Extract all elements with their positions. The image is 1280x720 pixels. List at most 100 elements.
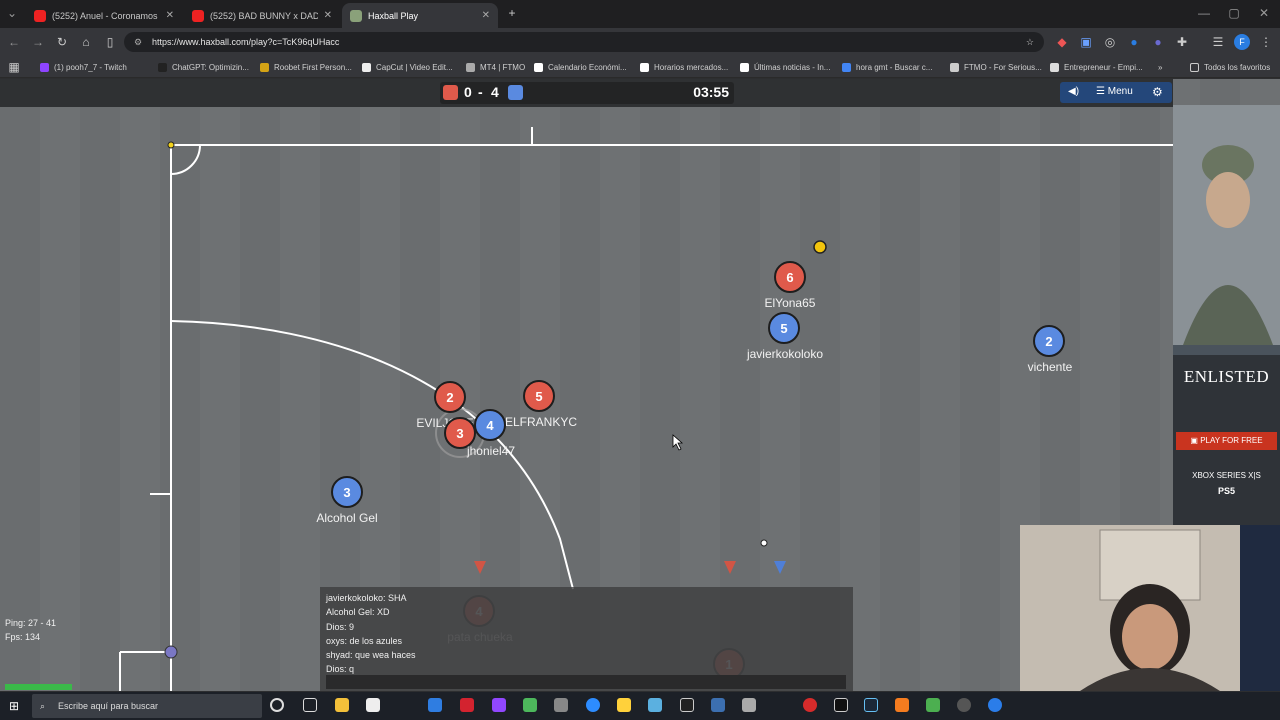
youtube-icon bbox=[192, 9, 204, 22]
bookmark-item[interactable]: Roobet First Person... bbox=[260, 60, 352, 74]
chat-message: Alcohol Gel: XD bbox=[326, 607, 390, 618]
profile-avatar[interactable]: F bbox=[1234, 34, 1250, 50]
youtube-icon bbox=[34, 9, 46, 22]
bookmark-item[interactable]: Horarios mercados... bbox=[640, 60, 728, 74]
search-icon: ⌕ bbox=[40, 701, 46, 711]
split-view-icon[interactable]: ▯ bbox=[102, 34, 118, 50]
url-bar[interactable]: ⚙ https://www.haxball.com/play?c=TcK96qU… bbox=[124, 32, 1044, 52]
bookmark-favicon-icon bbox=[534, 62, 543, 72]
folder-icon bbox=[1190, 62, 1199, 72]
more-icon[interactable]: ⋮ bbox=[1258, 34, 1274, 50]
bookmark-item[interactable]: FTMO - For Serious... bbox=[950, 60, 1042, 74]
windows-start-icon[interactable]: ⊞ bbox=[9, 699, 23, 713]
bookmark-item[interactable]: Calendario Económi... bbox=[534, 60, 627, 74]
taskbar-search[interactable]: ⌕ Escribe aquí para buscar bbox=[32, 694, 262, 718]
extension-icon[interactable]: ● bbox=[1150, 34, 1166, 50]
app-icon[interactable] bbox=[742, 698, 756, 712]
translate-icon[interactable]: ▣ bbox=[1078, 34, 1094, 50]
forward-icon[interactable]: → bbox=[30, 34, 46, 50]
red-score: 0 bbox=[464, 84, 472, 100]
app-icon[interactable] bbox=[554, 698, 568, 712]
bookmark-item[interactable]: (1) pooh7_7 - Twitch bbox=[40, 60, 127, 74]
settings-gear-icon[interactable]: ⚙ bbox=[1152, 85, 1163, 99]
minimize-button[interactable]: — bbox=[1196, 5, 1212, 21]
notepad-icon[interactable] bbox=[366, 698, 380, 712]
score-separator: - bbox=[478, 84, 483, 100]
player-name: ELFRANKYC bbox=[505, 415, 577, 429]
bookmark-label: FTMO - For Serious... bbox=[964, 62, 1042, 72]
net-stats: Ping: 27 - 41 Fps: 134 bbox=[5, 616, 72, 690]
close-icon[interactable]: ✕ bbox=[324, 10, 332, 21]
tiktok-icon[interactable] bbox=[834, 698, 848, 712]
address-row: ← → ↻ ⌂ ▯ ⚙ https://www.haxball.com/play… bbox=[0, 28, 1280, 56]
star-icon[interactable]: ☆ bbox=[1026, 32, 1034, 52]
app-icon[interactable] bbox=[895, 698, 909, 712]
blue-team-icon bbox=[508, 85, 523, 100]
app-icon[interactable] bbox=[957, 698, 971, 712]
menu-button[interactable]: ☰ Menu bbox=[1096, 86, 1133, 97]
tab-haxball[interactable]: Haxball Play ✕ bbox=[342, 3, 498, 28]
tab-bad-bunny[interactable]: (5252) BAD BUNNY x DADD ✕ bbox=[184, 3, 340, 28]
bookmark-label: MT4 | FTMO bbox=[480, 62, 526, 72]
player-name: Alcohol Gel bbox=[316, 511, 377, 525]
fps-graph bbox=[5, 684, 72, 690]
zoom-icon[interactable] bbox=[586, 698, 600, 712]
bookmark-item[interactable]: Entrepreneur - Empi... bbox=[1050, 60, 1143, 74]
bookmark-label: Últimas noticias - In... bbox=[754, 62, 831, 72]
bookmark-favicon-icon bbox=[260, 62, 269, 72]
cortana-icon[interactable] bbox=[270, 698, 284, 712]
menu-controls: ◀) ☰ Menu ⚙ bbox=[1060, 82, 1172, 103]
bookmark-item[interactable]: ChatGPT: Optimizin... bbox=[158, 60, 249, 74]
app-icon[interactable] bbox=[523, 698, 537, 712]
file-explorer-icon[interactable] bbox=[335, 698, 349, 712]
chrome-icon[interactable] bbox=[988, 698, 1002, 712]
bookmark-label: hora gmt - Buscar c... bbox=[856, 62, 933, 72]
ad-platform: XBOX SERIES X|S bbox=[1192, 471, 1261, 480]
site-info-icon[interactable]: ⚙ bbox=[134, 32, 142, 52]
close-window-button[interactable]: ✕ bbox=[1256, 5, 1272, 21]
sound-icon[interactable]: ◀) bbox=[1068, 86, 1079, 97]
app-icon[interactable] bbox=[648, 698, 662, 712]
extension-icon[interactable]: ◆ bbox=[1054, 34, 1070, 50]
minecraft-icon[interactable] bbox=[926, 698, 940, 712]
player-number: 3 bbox=[456, 426, 463, 441]
bookmark-favicon-icon bbox=[466, 62, 475, 72]
back-icon[interactable]: ← bbox=[6, 34, 22, 50]
bookmark-item[interactable]: MT4 | FTMO bbox=[466, 60, 525, 74]
vpn-icon[interactable]: ● bbox=[1126, 34, 1142, 50]
new-tab-button[interactable]: + bbox=[504, 5, 520, 21]
chat-input[interactable] bbox=[326, 674, 846, 689]
home-icon[interactable]: ⌂ bbox=[78, 34, 94, 50]
play-for-free-button[interactable]: ▣ PLAY FOR FREE bbox=[1176, 432, 1277, 450]
maximize-button[interactable]: ▢ bbox=[1226, 5, 1242, 21]
capcut-icon[interactable] bbox=[680, 698, 694, 712]
reading-list-icon[interactable]: ☰ bbox=[1210, 34, 1226, 50]
all-bookmarks[interactable]: Todos los favoritos bbox=[1190, 60, 1270, 74]
close-icon[interactable]: ✕ bbox=[482, 10, 490, 21]
app-icon[interactable] bbox=[460, 698, 474, 712]
steam-icon[interactable] bbox=[864, 698, 878, 712]
twitch-icon[interactable] bbox=[492, 698, 506, 712]
opera-icon[interactable] bbox=[803, 698, 817, 712]
app-icon[interactable] bbox=[711, 698, 725, 712]
extension-icon[interactable]: ◎ bbox=[1102, 34, 1118, 50]
task-view-icon[interactable] bbox=[303, 698, 317, 712]
bookmark-label: Roobet First Person... bbox=[274, 62, 352, 72]
player-name: vichente bbox=[1028, 360, 1073, 374]
bookmark-item[interactable]: hora gmt - Buscar c... bbox=[842, 60, 932, 74]
player-name: jhoniel47 bbox=[466, 444, 515, 458]
bookmark-item[interactable]: Últimas noticias - In... bbox=[740, 60, 830, 74]
apps-icon[interactable]: ▦ bbox=[6, 59, 22, 75]
edge-icon[interactable] bbox=[428, 698, 442, 712]
more-bookmarks-icon[interactable]: » bbox=[1158, 60, 1162, 74]
extensions-puzzle-icon[interactable]: ✚ bbox=[1174, 34, 1190, 50]
tab-search-icon[interactable]: ⌄ bbox=[4, 5, 20, 21]
player-number: 5 bbox=[535, 389, 542, 404]
bookmark-item[interactable]: CapCut | Video Edit... bbox=[362, 60, 453, 74]
close-icon[interactable]: ✕ bbox=[166, 10, 174, 21]
sticky-notes-icon[interactable] bbox=[617, 698, 631, 712]
webcam-feed bbox=[1020, 525, 1280, 691]
reload-icon[interactable]: ↻ bbox=[54, 34, 70, 50]
enlisted-ad-banner[interactable]: ENLISTED ▣ PLAY FOR FREE XBOX SERIES X|S… bbox=[1173, 105, 1280, 525]
tab-anuel[interactable]: (5252) Anuel - Coronamos (Offi ✕ bbox=[26, 3, 182, 28]
